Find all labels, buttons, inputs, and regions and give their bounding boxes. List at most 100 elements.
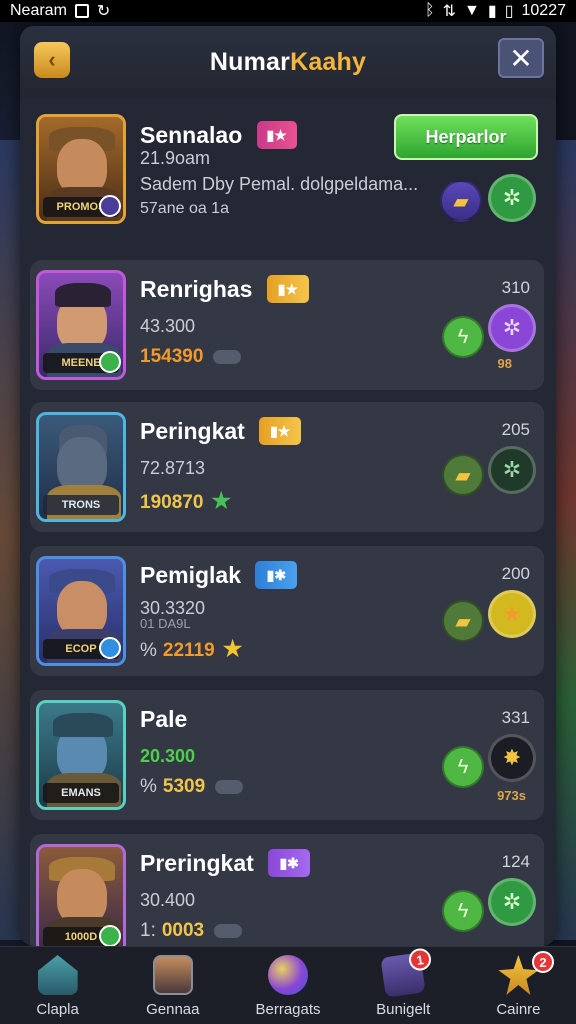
- gear-icon[interactable]: ✲: [488, 878, 536, 926]
- clock-label: 10227: [521, 2, 567, 19]
- nav-item-challenges[interactable]: 2 Cainre: [461, 947, 576, 1024]
- sync-icon: ↻: [96, 3, 111, 20]
- bolt-icon[interactable]: ϟ: [442, 316, 484, 358]
- player-stat: 30.400: [140, 890, 196, 910]
- reward-note: 98: [497, 356, 512, 371]
- ticket-icon[interactable]: ▰: [442, 600, 484, 642]
- action-button[interactable]: Herparlor: [394, 114, 538, 160]
- rank-number: 205: [501, 420, 530, 439]
- player-name: Pale: [140, 706, 188, 732]
- star-icon: ★: [222, 636, 243, 661]
- star-icon: ★: [211, 488, 232, 513]
- avatar: EMANS: [36, 700, 126, 810]
- player-description: Sadem Dby Pemal. dolgpeldama...: [140, 174, 419, 194]
- player-name: Peringkat: [140, 418, 245, 444]
- close-button[interactable]: ✕: [498, 38, 544, 78]
- tag-icon: ▮✱: [255, 560, 298, 589]
- bottom-nav: Clapla Gennaa Berragats 1 Bunigelt 2 Cai…: [0, 946, 576, 1024]
- panel-header: ‹ NumarKaahy ✕: [20, 26, 556, 98]
- star-icon[interactable]: ✸: [488, 734, 536, 782]
- signal-icon: ▮: [487, 3, 497, 20]
- bluetooth-icon: ᛒ: [425, 2, 435, 19]
- home-icon: [37, 955, 78, 995]
- orbs-icon: [268, 955, 308, 995]
- tag-icon: ▮★: [259, 416, 302, 445]
- nav-item-scroll[interactable]: 1 Bunigelt: [346, 947, 461, 1024]
- avatar: 1000D: [36, 844, 126, 946]
- nav-item-profile[interactable]: Gennaa: [115, 947, 230, 1024]
- page-title: NumarKaahy: [209, 47, 367, 76]
- carrier-label: Nearam: [10, 2, 67, 19]
- gear-icon[interactable]: ✲: [488, 446, 536, 494]
- score-prefix: 1:: [140, 920, 156, 941]
- close-icon: ✕: [509, 42, 533, 74]
- nav-item-home[interactable]: Clapla: [0, 947, 115, 1024]
- list-item[interactable]: EMANS Pale 20.300 % 5309 331 ϟ ✸ 973s: [30, 690, 544, 820]
- status-bar: Nearam ↻ ᛒ ⇅ ▼ ▮ ▯ 10227: [0, 0, 576, 22]
- list-item[interactable]: MEENE Renrighas ▮★ 43.300 154390 310 ϟ ✲…: [30, 260, 544, 390]
- nav-item-orbs[interactable]: Berragats: [230, 947, 345, 1024]
- avatar: MEENE: [36, 270, 126, 380]
- rank-badge-icon: [99, 195, 121, 217]
- notification-badge: 2: [532, 951, 555, 973]
- shield-icon: [99, 637, 121, 659]
- avatar: TRONS: [36, 412, 126, 522]
- toggle-icon: [213, 349, 242, 364]
- rank-number: 310: [501, 278, 530, 297]
- data-icon: ⇅: [442, 3, 457, 20]
- rank-number: 331: [501, 708, 530, 727]
- player-score: 0003: [161, 920, 205, 941]
- bolt-icon[interactable]: ϟ: [442, 890, 484, 932]
- list-item[interactable]: ECOP Pemiglak ▮✱ 30.3320 01 DA9L % 22119 ★…: [30, 546, 544, 676]
- top-entry[interactable]: PROMOS Sennalao ▮★ 21.9oam Sadem Dby Pem…: [30, 106, 544, 234]
- player-stat: 43.300: [140, 316, 196, 336]
- tag-icon: ▮★: [256, 120, 297, 149]
- battery-icon: ▯: [504, 3, 514, 20]
- wifi-icon: ▼: [464, 2, 480, 19]
- toggle-icon: [215, 779, 244, 794]
- background-right-scenery: [554, 140, 576, 940]
- avatar-plate: EMANS: [43, 783, 119, 803]
- player-name: Preringkat: [140, 850, 254, 876]
- gear-icon[interactable]: ✲: [488, 304, 536, 352]
- check-icon: [99, 925, 121, 946]
- tag-icon: ▮★: [266, 274, 309, 303]
- score-prefix: %: [140, 776, 157, 797]
- reward-note: 973s: [497, 788, 526, 803]
- scroll-icon: 1: [380, 947, 433, 998]
- player-score: 190870: [140, 492, 204, 513]
- check-icon: [99, 351, 121, 373]
- score-prefix: %: [140, 640, 157, 661]
- gear-icon[interactable]: ✲: [488, 174, 536, 222]
- profile-icon: [152, 955, 193, 995]
- back-button[interactable]: ‹: [34, 42, 70, 78]
- player-substat: 01 DA9L: [140, 616, 191, 631]
- player-score: 5309: [162, 776, 206, 797]
- bolt-icon[interactable]: ϟ: [442, 746, 484, 788]
- avatar: ECOP: [36, 556, 126, 666]
- player-stat: 21.9oam: [140, 148, 211, 168]
- notification-icon: [74, 4, 89, 18]
- avatar-plate: TRONS: [43, 495, 119, 515]
- notification-badge: 1: [407, 947, 433, 972]
- list-item[interactable]: TRONS Peringkat ▮★ 72.8713 190870 ★ 205 ▰…: [30, 402, 544, 532]
- toggle-icon: [214, 923, 243, 938]
- chevron-left-icon: ‹: [48, 47, 56, 72]
- player-stat: 20.300: [140, 746, 196, 766]
- rank-number: 200: [501, 564, 530, 583]
- player-name: Sennalao: [140, 122, 243, 148]
- player-meta: 57ane oa 1a: [140, 200, 229, 217]
- ticket-icon[interactable]: ▰: [442, 454, 484, 496]
- list-item[interactable]: 1000D Preringkat ▮✱ 30.400 1: 0003 124 ϟ …: [30, 834, 544, 946]
- rank-number: 124: [501, 852, 530, 871]
- player-score: 22119: [162, 640, 215, 661]
- star-icon[interactable]: ★: [488, 590, 536, 638]
- player-name: Pemiglak: [140, 562, 241, 588]
- player-name: Renrighas: [140, 276, 253, 302]
- player-stat: 72.8713: [140, 458, 206, 478]
- player-score: 154390: [140, 346, 204, 367]
- tag-icon: ▮✱: [268, 848, 311, 877]
- leaderboard-panel: ‹ NumarKaahy ✕ PROMOS Sennalao ▮★ 21.9oa…: [20, 26, 556, 946]
- avatar: PROMOS: [36, 114, 126, 224]
- ticket-icon[interactable]: ▰: [440, 180, 482, 222]
